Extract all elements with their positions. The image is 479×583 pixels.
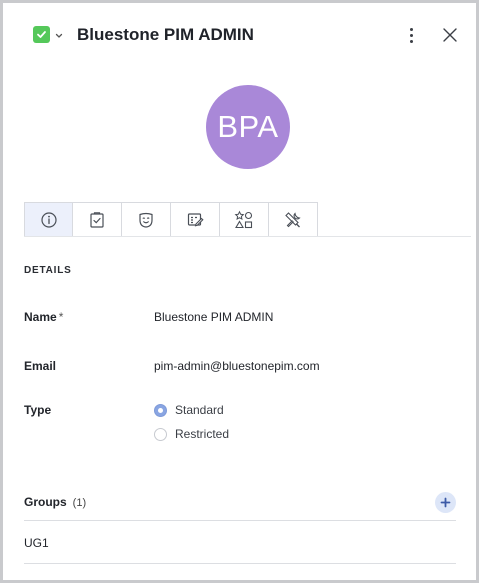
groups-divider-bottom <box>24 563 456 564</box>
tab-shapes[interactable] <box>220 202 269 237</box>
tab-persona[interactable] <box>122 202 171 237</box>
tab-tools[interactable] <box>269 202 318 237</box>
add-group-button[interactable] <box>435 492 456 513</box>
email-value[interactable]: pim-admin@bluestonepim.com <box>154 359 320 373</box>
user-detail-panel: Bluestone PIM ADMIN BPA DETAILS Name * B… <box>0 0 479 583</box>
plus-icon <box>440 497 451 508</box>
groups-label: Groups <box>24 495 67 509</box>
info-icon <box>40 211 57 228</box>
tab-divider <box>24 236 471 237</box>
tab-bar <box>24 202 318 237</box>
tab-tasks[interactable] <box>73 202 122 237</box>
chevron-down-icon[interactable] <box>54 28 64 38</box>
type-radio-standard[interactable]: Standard <box>154 403 224 417</box>
close-icon[interactable] <box>441 26 459 44</box>
section-title: DETAILS <box>24 265 72 276</box>
shapes-icon <box>234 210 253 228</box>
tab-attributes[interactable] <box>171 202 220 237</box>
tab-info[interactable] <box>24 202 73 237</box>
email-label: Email <box>24 359 57 373</box>
required-mark: * <box>58 310 64 324</box>
groups-divider <box>24 520 456 521</box>
radio-label-standard: Standard <box>175 403 224 417</box>
type-radio-restricted[interactable]: Restricted <box>154 427 229 441</box>
radio-dot[interactable] <box>154 403 167 417</box>
radio-dot[interactable] <box>154 427 167 441</box>
panel-header: Bluestone PIM ADMIN <box>31 19 463 51</box>
checkmark-icon <box>37 31 46 38</box>
smiley-icon <box>139 212 153 228</box>
status-check-icon[interactable] <box>33 26 50 43</box>
page-title: Bluestone PIM ADMIN <box>77 25 254 44</box>
name-label-text: Name <box>24 310 57 324</box>
name-label: Name * <box>24 310 63 324</box>
groups-count: (1) <box>72 497 87 509</box>
type-label: Type <box>24 403 52 417</box>
grid-edit-icon <box>187 212 204 226</box>
groups-header: Groups (1) <box>24 495 86 509</box>
tools-icon <box>285 211 301 227</box>
name-value[interactable]: Bluestone PIM ADMIN <box>154 310 273 324</box>
radio-label-restricted: Restricted <box>175 427 230 441</box>
avatar: BPA <box>206 85 290 169</box>
list-item[interactable]: UG1 <box>24 536 49 550</box>
more-options-icon[interactable] <box>403 24 419 46</box>
clipboard-check-icon <box>90 211 104 228</box>
